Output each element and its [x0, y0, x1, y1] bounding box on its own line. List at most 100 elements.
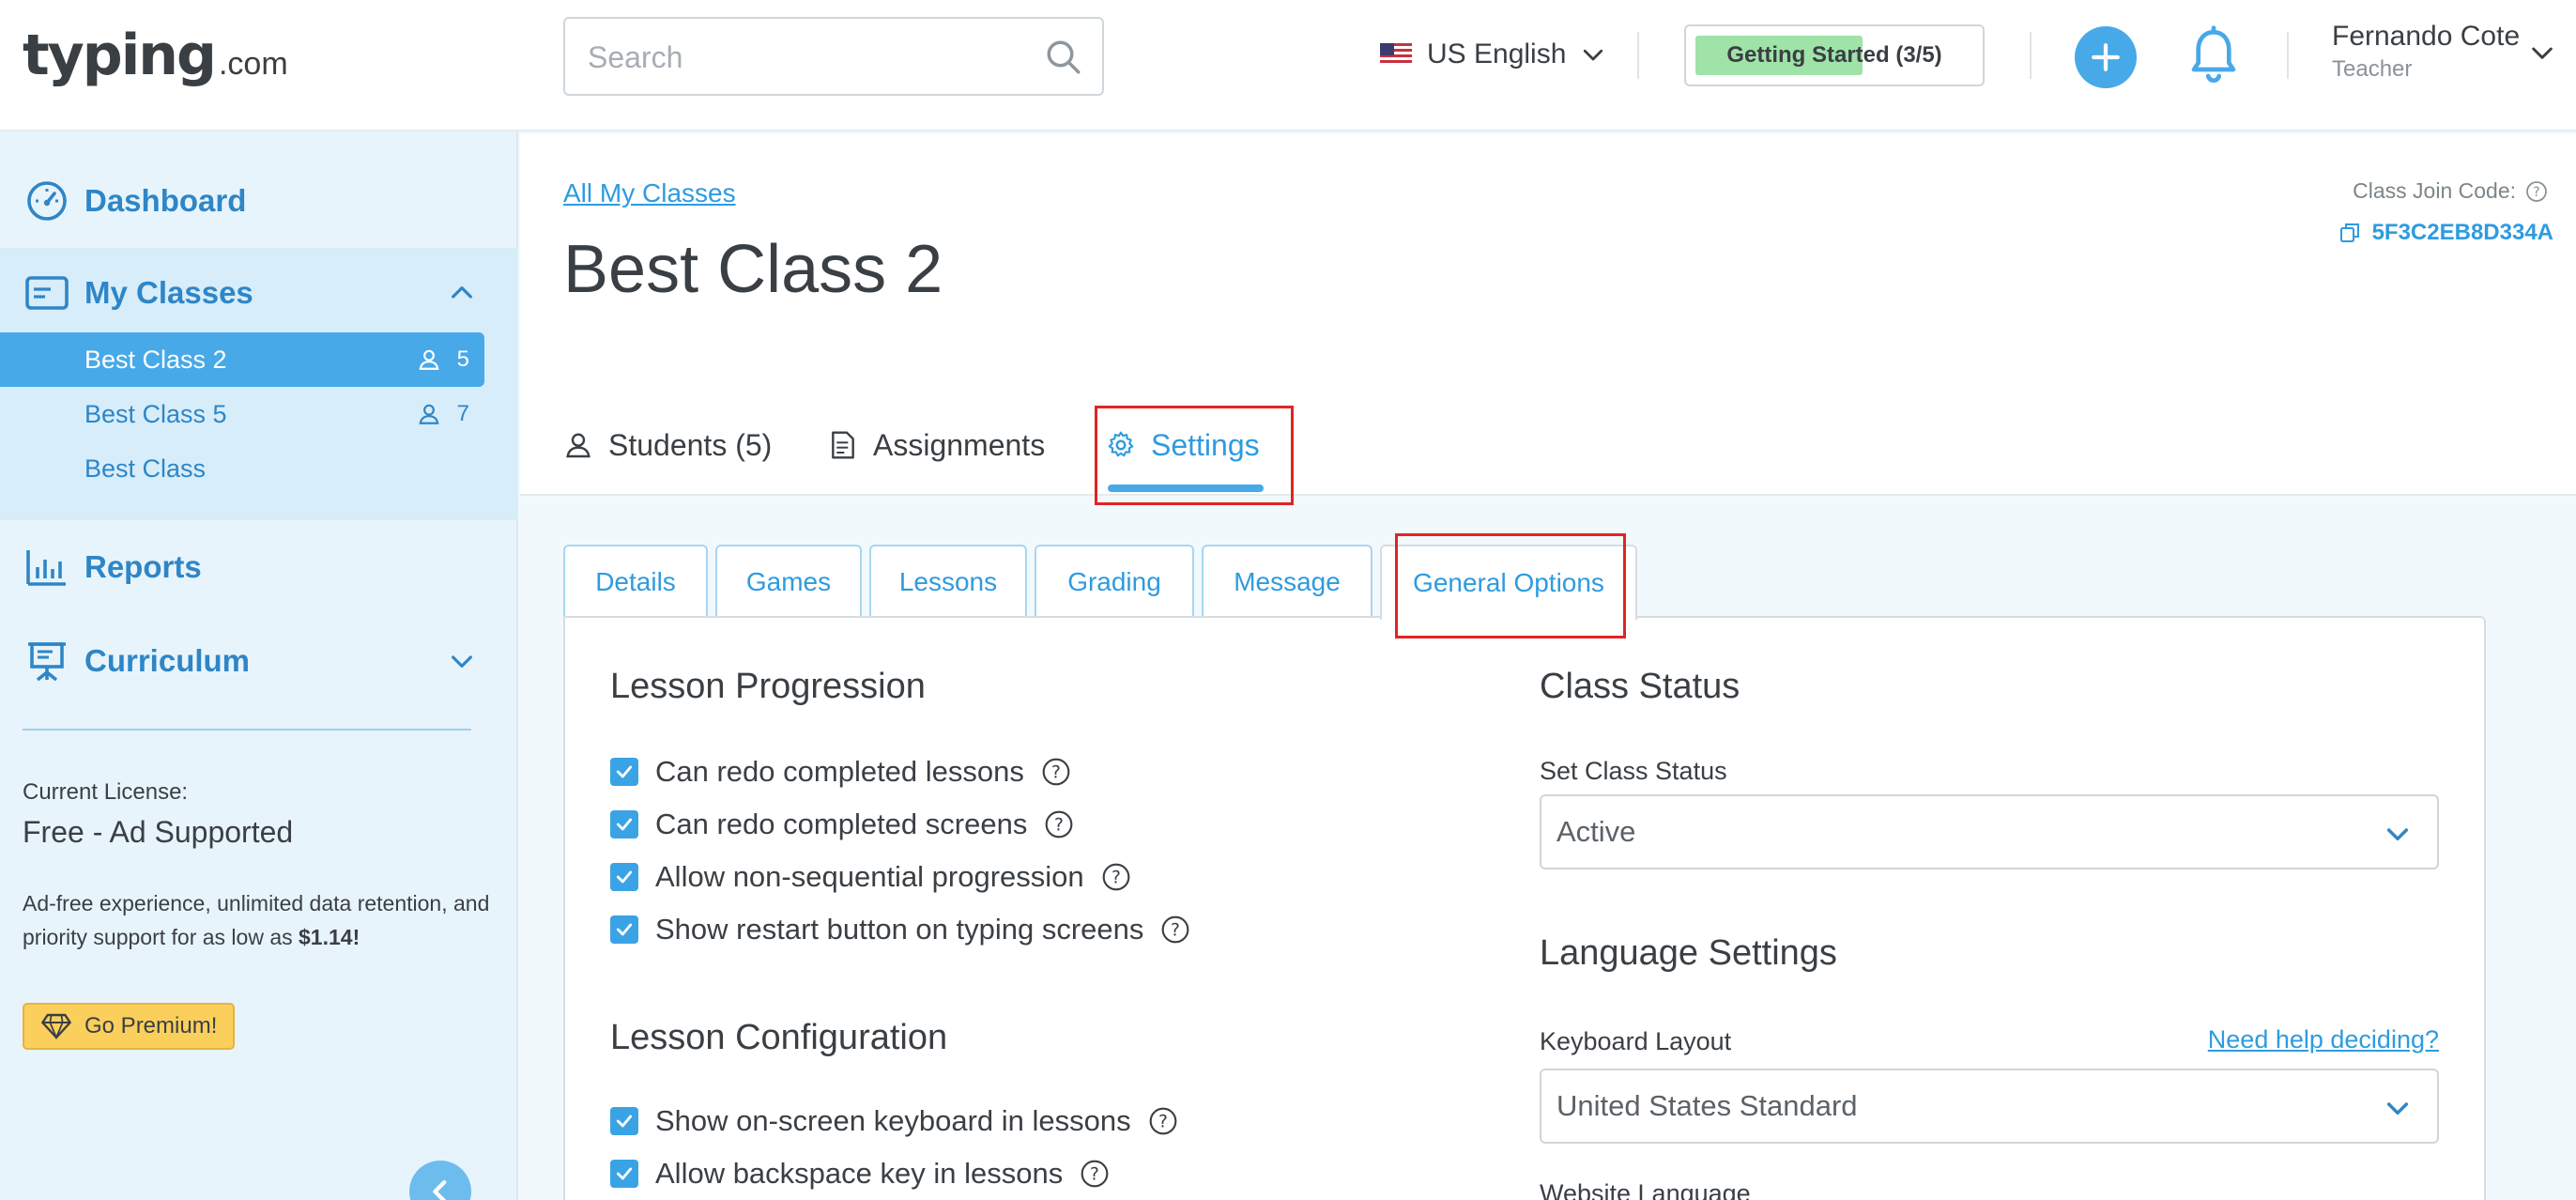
tab-assignments[interactable]: Assignments: [828, 415, 1045, 475]
class-join-code[interactable]: 5F3C2EB8D334A: [2338, 220, 2553, 246]
option-on-screen-keyboard[interactable]: Show on-screen keyboard in lessons ?: [610, 1102, 1178, 1140]
option-label: Allow non-sequential progression: [655, 860, 1084, 893]
document-icon: [832, 431, 854, 459]
tab-students[interactable]: Students (5): [563, 415, 772, 475]
help-icon[interactable]: ?: [1044, 809, 1074, 839]
tab-settings[interactable]: Settings: [1106, 415, 1260, 475]
getting-started-label: Getting Started (3/5): [1726, 42, 1942, 68]
class-status-value: Active: [1556, 815, 1636, 848]
checkbox-checked[interactable]: [610, 810, 638, 838]
subtab-games[interactable]: Games: [715, 545, 862, 618]
speedometer-icon: [27, 181, 67, 221]
user-role: Teacher: [2332, 56, 2413, 82]
sidebar-label-reports: Reports: [84, 549, 202, 584]
website-language-label: Website Language: [1540, 1179, 1751, 1200]
chevron-down-icon: [1584, 49, 1603, 61]
subtab-grading[interactable]: Grading: [1035, 545, 1194, 618]
class-status-select[interactable]: Active: [1540, 794, 2439, 869]
help-icon[interactable]: ?: [1080, 1159, 1110, 1189]
subtab-games-label: Games: [745, 567, 832, 596]
keyboard-layout-select[interactable]: United States Standard: [1540, 1069, 2439, 1144]
sidebar-class-best-class-5[interactable]: Best Class 5 7: [0, 387, 484, 441]
copy-icon[interactable]: [2338, 222, 2361, 244]
join-label-text: Class Join Code:: [2353, 178, 2516, 203]
section-title-lesson-configuration: Lesson Configuration: [610, 1018, 948, 1057]
getting-started-button[interactable]: Getting Started (3/5): [1684, 24, 1985, 86]
typing-logo[interactable]: typing .com: [23, 23, 288, 98]
license-description: Ad-free experience, unlimited data reten…: [23, 886, 492, 954]
search-input[interactable]: [588, 30, 1029, 85]
svg-text:?: ?: [1090, 1165, 1099, 1185]
set-class-status-label: Set Class Status: [1540, 757, 1727, 785]
option-label: Allow backspace key in lessons: [655, 1157, 1064, 1190]
checkbox-checked[interactable]: [610, 863, 638, 891]
sidebar-label-dashboard: Dashboard: [84, 183, 247, 218]
need-help-deciding-link[interactable]: Need help deciding?: [2208, 1025, 2439, 1054]
option-restart-button[interactable]: Show restart button on typing screens ?: [610, 911, 1190, 948]
join-code-value: 5F3C2EB8D334A: [2371, 220, 2553, 245]
sidebar-divider: [23, 729, 471, 731]
search-icon[interactable]: [1044, 38, 1083, 77]
option-label: Show on-screen keyboard in lessons: [655, 1104, 1131, 1137]
user-icon: [419, 349, 439, 370]
logo-text: typing: [23, 23, 217, 88]
class-name: Best Class 5: [84, 399, 227, 428]
class-header: All My Classes Best Class 2 Class Join C…: [520, 133, 2576, 505]
sidebar-item-my-classes[interactable]: My Classes: [0, 248, 518, 338]
sidebar-class-best-class-2[interactable]: Best Class 2 5: [0, 332, 484, 387]
bar-chart-icon: [26, 550, 66, 586]
help-icon[interactable]: ?: [1101, 862, 1131, 892]
option-backspace-key[interactable]: Allow backspace key in lessons ?: [610, 1155, 1110, 1192]
chevron-down-icon: [2532, 47, 2553, 59]
language-selector[interactable]: US English: [1380, 34, 1607, 75]
svg-text:?: ?: [2533, 185, 2539, 200]
tab-students-label: Students (5): [608, 427, 773, 462]
bell-icon[interactable]: [2187, 24, 2240, 88]
option-redo-lessons[interactable]: Can redo completed lessons ?: [610, 753, 1071, 791]
subtab-details-label: Details: [595, 567, 676, 596]
help-icon[interactable]: ?: [1148, 1106, 1178, 1136]
go-premium-label: Go Premium!: [84, 1013, 218, 1038]
check-icon: [616, 1115, 633, 1128]
checkbox-checked[interactable]: [610, 1107, 638, 1135]
classes-icon: [25, 276, 69, 310]
sidebar-label-curriculum: Curriculum: [84, 643, 251, 678]
sidebar-item-curriculum[interactable]: Curriculum: [0, 616, 518, 706]
option-non-sequential[interactable]: Allow non-sequential progression ?: [610, 858, 1131, 896]
sidebar-item-dashboard[interactable]: Dashboard: [0, 156, 518, 246]
add-button[interactable]: [2075, 26, 2137, 88]
subtab-general-options-label: General Options: [1413, 568, 1604, 597]
section-title-class-status: Class Status: [1540, 667, 1740, 706]
sidebar-item-reports[interactable]: Reports: [0, 522, 518, 612]
my-classes-group: My Classes Best Class 2 5 Best Class 5 7…: [0, 248, 518, 520]
check-icon: [616, 765, 633, 778]
go-premium-button[interactable]: Go Premium!: [23, 1003, 235, 1050]
svg-text:?: ?: [1158, 1113, 1168, 1132]
chevron-down-icon[interactable]: [447, 646, 477, 676]
us-flag-icon: [1380, 43, 1412, 66]
license-value: Free - Ad Supported: [23, 815, 294, 849]
help-icon[interactable]: ?: [1041, 757, 1071, 787]
chevron-up-icon[interactable]: [447, 278, 477, 308]
collapse-sidebar-button[interactable]: [409, 1161, 471, 1200]
subtab-message[interactable]: Message: [1202, 545, 1372, 618]
check-icon: [616, 870, 633, 884]
header-divider: [2287, 32, 2289, 79]
subtab-lessons[interactable]: Lessons: [869, 545, 1027, 618]
chevron-down-icon: [2386, 828, 2409, 841]
search-box[interactable]: [563, 17, 1104, 96]
breadcrumb-all-my-classes[interactable]: All My Classes: [563, 178, 736, 208]
subtab-details[interactable]: Details: [563, 545, 708, 618]
sidebar-class-best-class[interactable]: Best Class: [0, 441, 484, 496]
user-icon: [566, 433, 590, 458]
svg-text:?: ?: [1171, 921, 1180, 941]
option-redo-screens[interactable]: Can redo completed screens ?: [610, 806, 1074, 843]
checkbox-checked[interactable]: [610, 758, 638, 786]
checkbox-checked[interactable]: [610, 915, 638, 944]
help-icon[interactable]: ?: [2525, 180, 2548, 203]
help-icon[interactable]: ?: [1160, 915, 1190, 945]
user-menu[interactable]: Fernando Cote Teacher: [2332, 21, 2557, 88]
keyboard-layout-label: Keyboard Layout: [1540, 1027, 1732, 1055]
subtab-general-options[interactable]: General Options: [1380, 545, 1637, 620]
checkbox-checked[interactable]: [610, 1160, 638, 1188]
